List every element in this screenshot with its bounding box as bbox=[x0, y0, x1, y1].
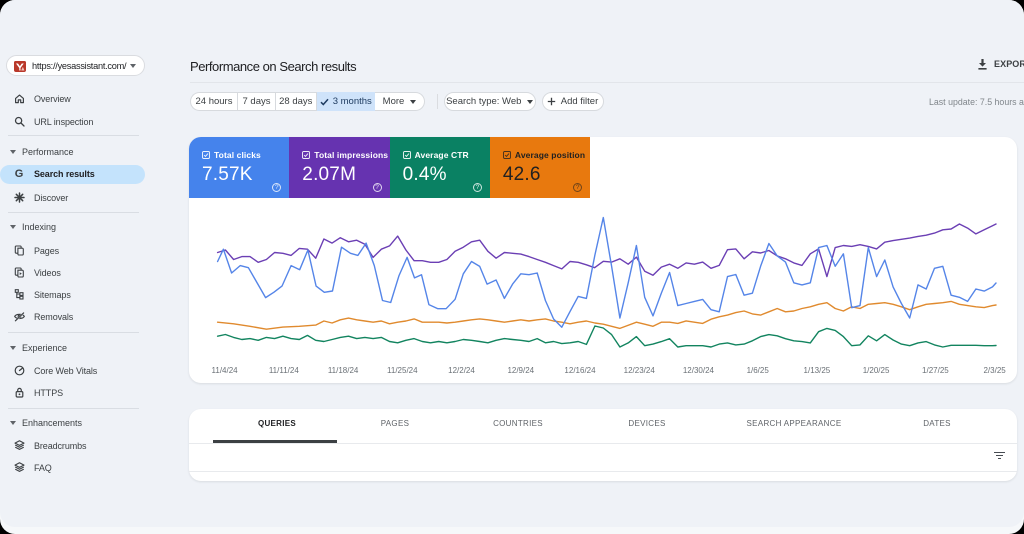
svg-text:12/9/24: 12/9/24 bbox=[507, 366, 534, 375]
svg-text:1/6/25: 1/6/25 bbox=[747, 366, 770, 375]
svg-text:1/27/25: 1/27/25 bbox=[922, 366, 949, 375]
svg-text:11/25/24: 11/25/24 bbox=[387, 366, 418, 375]
svg-text:1/13/25: 1/13/25 bbox=[804, 366, 831, 375]
svg-text:12/23/24: 12/23/24 bbox=[624, 366, 656, 375]
svg-text:12/30/24: 12/30/24 bbox=[683, 366, 715, 375]
svg-text:2/3/25: 2/3/25 bbox=[983, 366, 1006, 375]
svg-text:1/20/25: 1/20/25 bbox=[863, 366, 890, 375]
svg-text:12/2/24: 12/2/24 bbox=[448, 366, 475, 375]
svg-text:12/16/24: 12/16/24 bbox=[564, 366, 596, 375]
svg-text:11/4/24: 11/4/24 bbox=[212, 366, 239, 375]
svg-text:11/18/24: 11/18/24 bbox=[328, 366, 359, 375]
svg-text:11/11/24: 11/11/24 bbox=[269, 366, 300, 375]
